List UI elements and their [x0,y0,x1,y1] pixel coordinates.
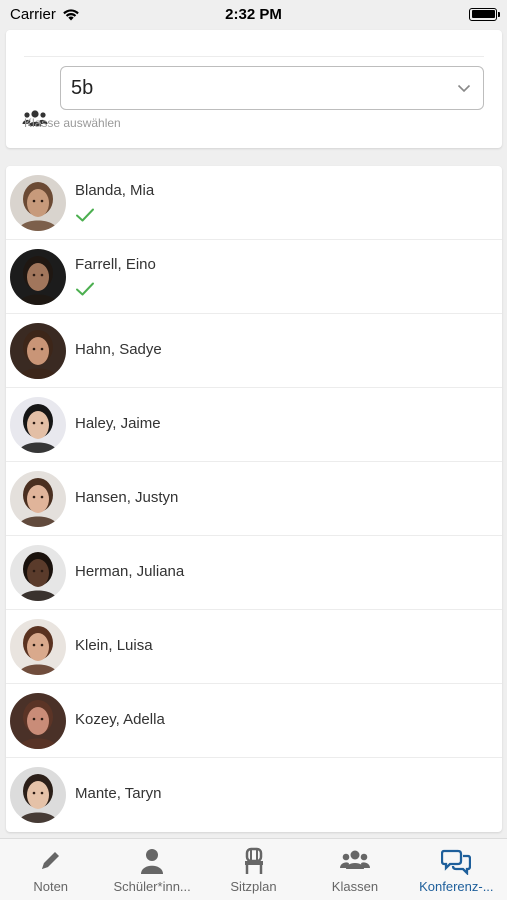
group-icon [339,850,370,869]
student-name: Hansen, Justyn [75,489,179,506]
tab-pencil[interactable]: Noten [0,839,101,900]
student-row[interactable]: Herman, Juliana [6,536,502,610]
student-name: Klein, Luisa [75,637,153,654]
student-name: Mante, Taryn [75,785,162,802]
student-row[interactable]: Hansen, Justyn [6,462,502,536]
class-select-value: 5b [71,76,94,99]
tab-chat-bubbles[interactable]: Konferenz-... [406,839,507,900]
student-name: Herman, Juliana [75,563,185,580]
student-avatar [10,397,66,453]
tab-label: Schüler*inn... [113,879,191,894]
student-avatar [10,471,66,527]
student-row[interactable]: Mante, Taryn [6,758,502,832]
student-name: Blanda, Mia [75,182,155,199]
student-name: Kozey, Adella [75,711,165,728]
tab-group[interactable]: Klassen [304,839,405,900]
tab-label: Sitzplan [230,879,277,894]
student-row[interactable]: Blanda, Mia [6,166,502,240]
student-row[interactable]: Farrell, Eino [6,240,502,314]
tab-person[interactable]: Schüler*inn... [101,839,202,900]
person-icon [141,849,164,874]
status-time: 2:32 PM [225,5,282,23]
battery-icon [469,7,500,21]
student-row[interactable]: Hahn, Sadye [6,314,502,388]
student-row[interactable]: Klein, Luisa [6,610,502,684]
class-selector-card: 5b Klasse auswählen [6,30,502,148]
chat-bubbles-icon [441,849,472,875]
student-name: Hahn, Sadye [75,341,162,358]
student-row[interactable]: Haley, Jaime [6,388,502,462]
student-name: Farrell, Eino [75,256,156,273]
status-bar: Carrier 2:32 PM [0,0,507,28]
student-avatar [10,693,66,749]
student-avatar [10,545,66,601]
tab-label: Noten [33,879,69,894]
student-avatar [10,175,66,231]
student-avatar [10,767,66,823]
student-row[interactable]: Kozey, Adella [6,684,502,758]
student-list: Blanda, Mia Farrell, Eino Hahn, Sadye Haley… [6,166,502,832]
student-avatar [10,619,66,675]
tab-label: Klassen [331,879,379,894]
chevron-down-icon [457,84,471,93]
student-avatar [10,249,66,305]
checkmark-icon [76,282,94,296]
class-select-hint: Klasse auswählen [24,116,121,130]
divider [24,56,484,57]
chair-icon [244,847,263,874]
tab-label: Konferenz-... [419,879,494,894]
student-avatar [10,323,66,379]
student-name: Haley, Jaime [75,415,161,432]
tab-bar: Noten Schüler*inn... Sitzplan Klassen Konfer… [0,838,507,900]
checkmark-icon [76,208,94,222]
pencil-icon [41,852,59,869]
tab-chair[interactable]: Sitzplan [203,839,304,900]
class-select[interactable]: 5b [60,66,484,110]
